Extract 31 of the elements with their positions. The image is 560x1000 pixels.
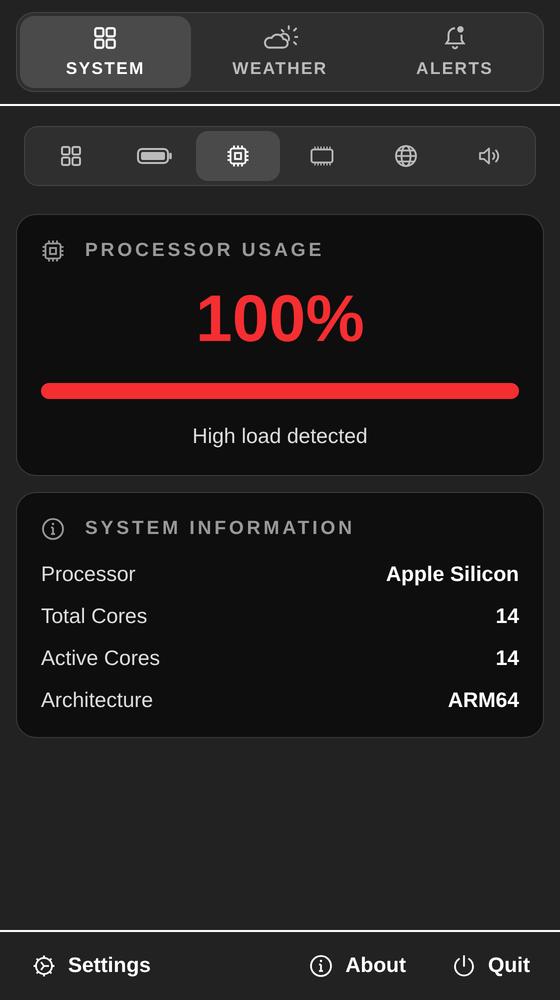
footer-button[interactable]: About: [309, 954, 406, 978]
cloud-sun-icon: [262, 25, 298, 51]
status-text: High load detected: [191, 425, 369, 449]
info-label: Processor: [41, 563, 136, 588]
globe-icon: [394, 144, 418, 168]
section-tab[interactable]: [196, 131, 280, 181]
info-label: Active Cores: [41, 647, 160, 672]
memory-chip-icon: [310, 144, 334, 168]
footer-button[interactable]: Quit: [452, 954, 530, 978]
info-value: ARM64: [448, 689, 519, 714]
cpu-icon: [226, 144, 250, 168]
tab[interactable]: SYSTEM: [20, 16, 191, 88]
info-label: Total Cores: [41, 605, 148, 630]
info-value: 14: [496, 647, 519, 672]
settings-icon: [32, 954, 56, 978]
info-value: Apple Silicon: [386, 563, 519, 588]
bell-icon: [442, 25, 468, 51]
grid-icon: [92, 25, 118, 51]
footer-button[interactable]: Settings: [32, 954, 151, 978]
info-value: 14: [496, 605, 519, 630]
grid-icon: [58, 144, 83, 168]
info-icon: [41, 517, 65, 541]
cpu-icon: [41, 239, 65, 263]
tab[interactable]: WEATHER: [194, 16, 366, 88]
tab[interactable]: ALERTS: [369, 16, 540, 88]
info-label: Architecture: [41, 689, 154, 714]
card-title: PROCESSOR USAGE: [85, 240, 324, 262]
card-title: SYSTEM INFORMATION: [85, 518, 356, 540]
usage-value: 100%: [194, 285, 366, 351]
info-icon: [309, 954, 334, 978]
power-icon: [452, 954, 476, 978]
